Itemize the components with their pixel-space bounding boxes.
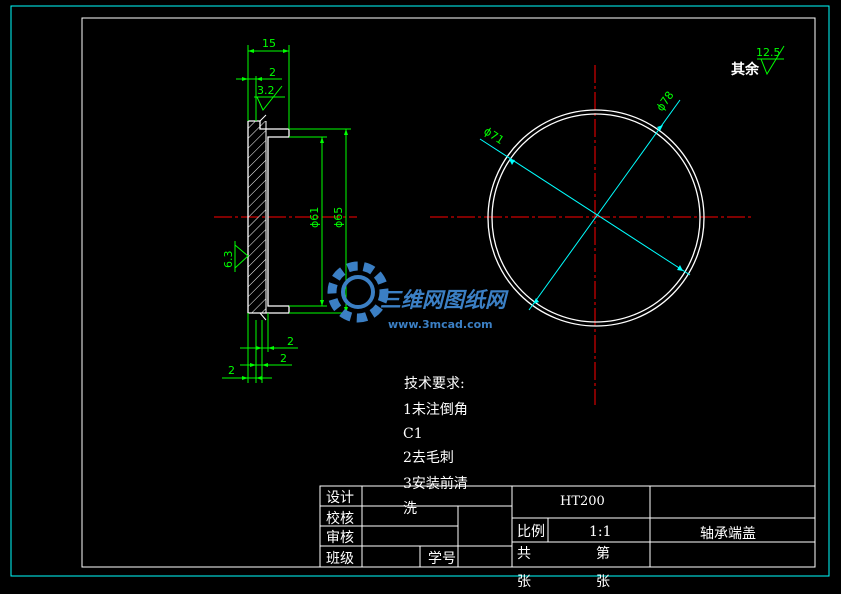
gear-icon (327, 261, 389, 323)
tech-line: 洗 (403, 501, 417, 517)
front-view: ϕ71 ϕ78 (430, 65, 752, 405)
tb-design: 设计 (326, 490, 354, 506)
dim-step-top: 2 (269, 66, 276, 79)
tech-line: C1 (403, 426, 423, 442)
dim-arrow (262, 363, 268, 367)
dim-arrow (268, 346, 274, 350)
tech-line: 1未注倒角 (403, 402, 468, 418)
dim-arrow (283, 49, 289, 53)
roughness-symbol-3-2: 3.2 (254, 84, 285, 111)
dim-arrow (250, 363, 256, 367)
dim-arrow (509, 159, 515, 165)
tb-check: 校核 (326, 510, 354, 527)
tb-zhang-2: 张 (596, 574, 610, 590)
tb-zhang-1: 张 (517, 574, 531, 590)
tech-requirements: 技术要求: 1未注倒角 C1 2去毛刺 3安装前清 洗 (403, 376, 468, 517)
tb-class: 班级 (326, 551, 354, 567)
dim-outer-dia: ϕ65 (332, 207, 345, 228)
dim-arrow (256, 346, 262, 350)
tech-title: 技术要求: (404, 376, 465, 392)
dim-step-b3: 2 (228, 364, 235, 377)
dim-inner-dia: ϕ71 (481, 125, 506, 147)
tech-line: 2去毛刺 (403, 450, 454, 466)
dim-arrow (320, 300, 324, 306)
tb-scale-value: 1:1 (589, 524, 612, 540)
dim-arrow (344, 129, 348, 135)
dim-arrow (256, 376, 262, 380)
watermark-logo: 三维网图纸网 www.3mcad.com (327, 261, 509, 331)
tb-review: 审核 (326, 530, 354, 546)
tb-total-label: 共 (517, 546, 531, 562)
dim-total-width: 15 (262, 37, 276, 50)
tech-line: 3安装前清 (403, 475, 468, 492)
dim-arrow (320, 137, 324, 143)
title-block-text: 设计 校核 审核 班级 学号 HT200 比例 1:1 轴承端盖 共 第 张 张 (326, 490, 756, 590)
roughness-note: 其余 12.5 (731, 45, 785, 78)
watermark-brand: 三维网图纸网 (380, 288, 509, 312)
roughness-value-face: 6.3 (222, 251, 235, 269)
tb-material: HT200 (560, 494, 605, 509)
roughness-value-top: 3.2 (257, 84, 275, 97)
leader-outer-dia (528, 99, 681, 311)
tb-student-no: 学号 (428, 551, 456, 567)
dim-arrow (242, 376, 248, 380)
roughness-symbol-6-3: 6.3 (222, 241, 249, 272)
dim-arrow (242, 77, 248, 81)
outer-circle (487, 109, 705, 327)
dim-step-b2: 2 (280, 352, 287, 365)
section-view: 15 2 3.2 ϕ61 ϕ65 6.3 2 2 2 (214, 37, 357, 383)
tb-part-name: 轴承端盖 (700, 526, 756, 542)
chamfer-top (259, 114, 267, 122)
cad-drawing-canvas: 15 2 3.2 ϕ61 ϕ65 6.3 2 2 2 ϕ71 ϕ78 其余 12… (10, 5, 830, 590)
inner-circle (491, 113, 701, 323)
dim-arrow (677, 265, 683, 271)
roughness-note-value: 12.5 (756, 46, 781, 59)
dim-step-b1: 2 (287, 335, 294, 348)
dim-arrow (256, 77, 262, 81)
dim-bore-dia: ϕ61 (308, 207, 321, 228)
roughness-note-label: 其余 (731, 61, 760, 78)
leader-inner-dia (479, 138, 691, 276)
flange-hatch (248, 121, 266, 313)
dim-arrow (248, 49, 254, 53)
tb-sheet-label: 第 (596, 545, 610, 562)
tb-scale-label: 比例 (517, 524, 545, 540)
chamfer-bottom (259, 312, 267, 321)
watermark-url: www.3mcad.com (388, 318, 493, 331)
